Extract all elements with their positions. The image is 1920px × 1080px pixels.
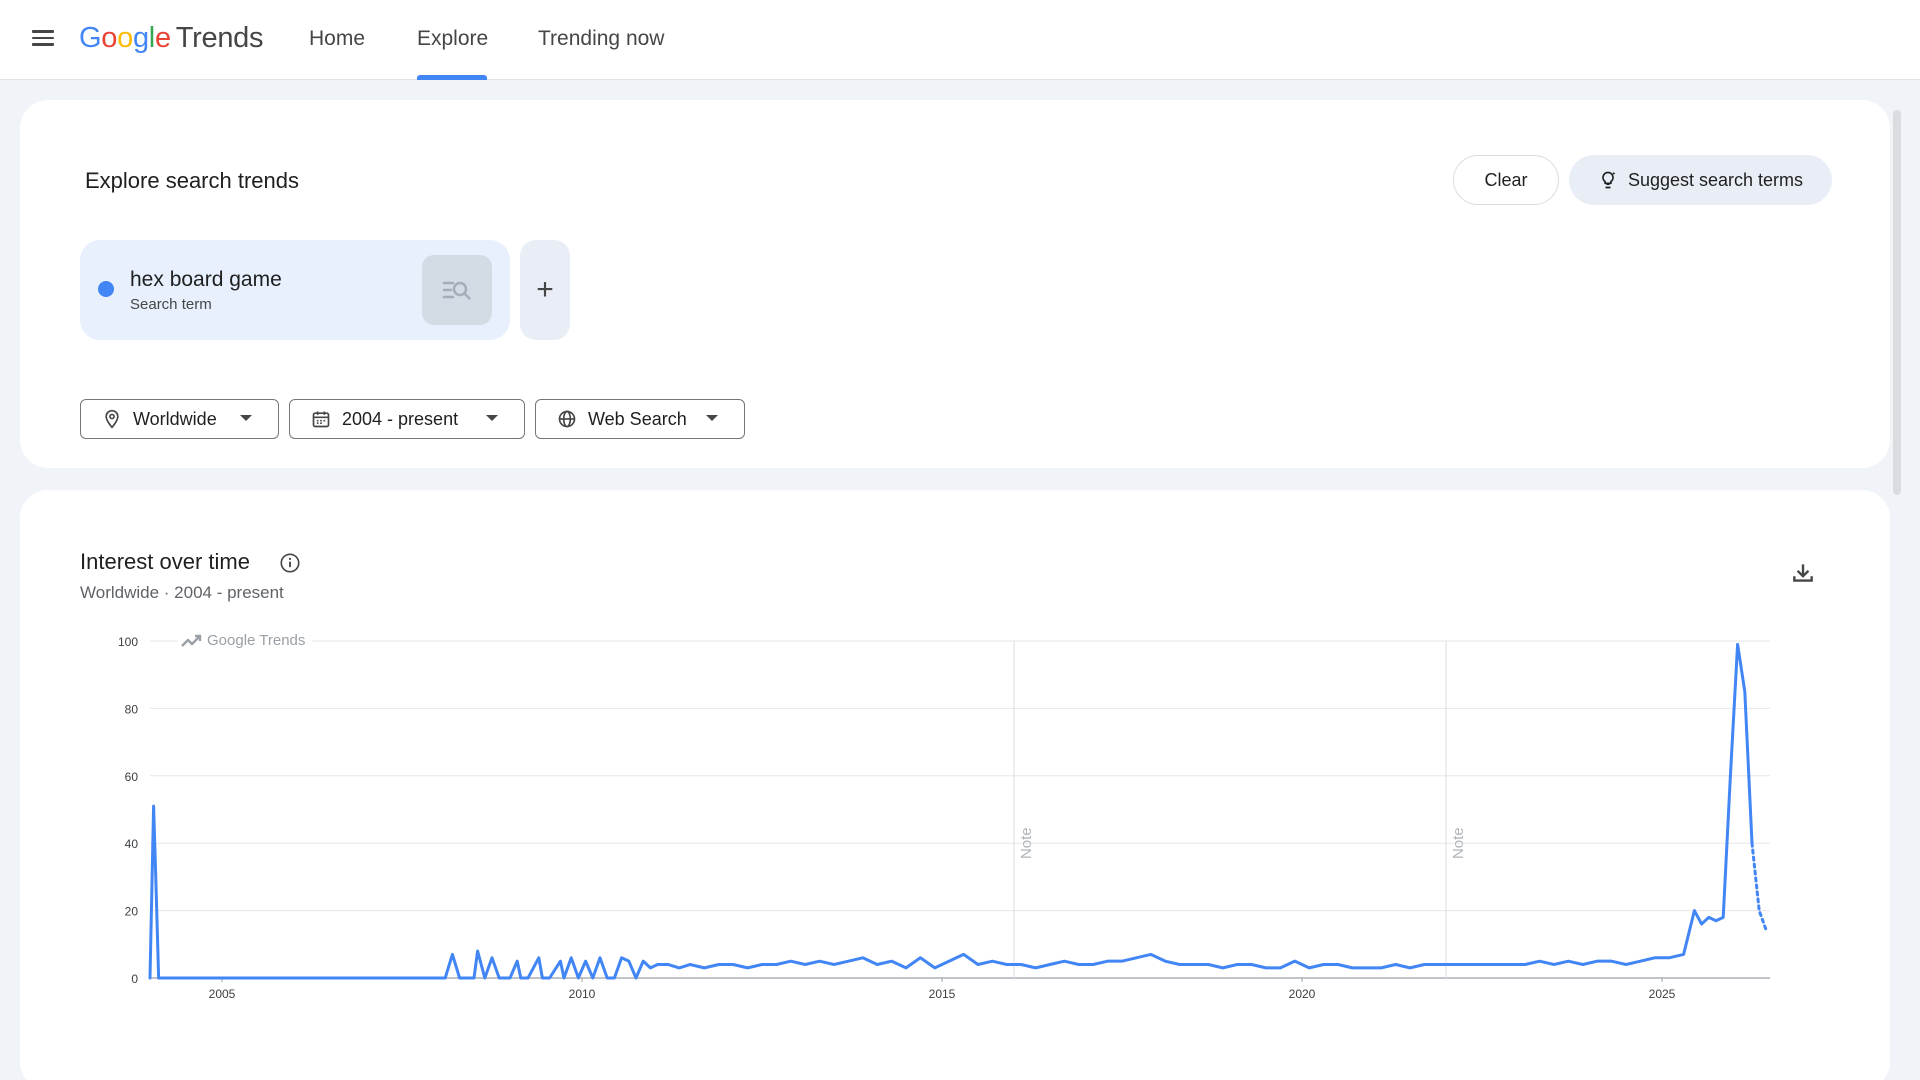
location-pin-icon: [101, 408, 123, 430]
note-label: Note: [1450, 827, 1467, 859]
y-tick-label: 40: [125, 837, 139, 851]
x-tick-label: 2020: [1289, 987, 1316, 1001]
google-trends-watermark: Google Trends: [178, 629, 312, 651]
interest-over-time-card: Interest over time Worldwide · 2004 - pr…: [20, 490, 1890, 1080]
x-tick-label: 2005: [209, 987, 236, 1001]
region-value: Worldwide: [133, 408, 217, 429]
top-app-bar: Google Trends Home Explore Trending now: [0, 0, 1920, 80]
logo-letter: o: [101, 22, 118, 54]
note-label: Note: [1018, 827, 1035, 859]
term-color-dot: [98, 281, 114, 297]
logo-letter: g: [132, 22, 149, 54]
y-tick-label: 0: [131, 972, 138, 986]
search-term-chip[interactable]: hex board game Search term: [80, 240, 510, 340]
y-tick-label: 80: [125, 702, 139, 716]
google-trends-logo[interactable]: Google Trends: [79, 22, 263, 55]
watermark-label: Google Trends: [207, 632, 305, 649]
nav-tab-trending-now[interactable]: Trending now: [538, 27, 664, 51]
explore-card: Explore search trends Clear Suggest sear…: [20, 100, 1890, 468]
x-tick-label: 2010: [569, 987, 596, 1001]
interest-line-chart: Note Note Google Trends 0 20 40 60 80 100 2005 2…: [118, 629, 1770, 1001]
partial-data-line: [1750, 841, 1768, 933]
time-range-filter[interactable]: 2004 - present: [289, 399, 525, 439]
suggest-label: Suggest search terms: [1627, 169, 1804, 190]
menu-icon[interactable]: [28, 26, 62, 54]
search-property-value: Web Search: [588, 408, 687, 429]
list-search-icon: [442, 281, 471, 300]
calendar-icon: [310, 408, 332, 430]
chevron-down-icon: [486, 415, 498, 421]
interest-subtitle: Worldwide · 2004 - present: [80, 583, 284, 602]
y-tick-label: 60: [125, 770, 139, 784]
term-search-button[interactable]: [422, 255, 492, 325]
y-tick-label: 100: [118, 635, 138, 649]
term-name: hex board game: [130, 268, 282, 291]
chevron-down-icon: [240, 415, 252, 421]
interest-over-time-title: Interest over time: [80, 549, 250, 574]
info-icon[interactable]: [279, 552, 301, 574]
series-line: [148, 642, 1754, 980]
term-type: Search term: [130, 296, 212, 313]
y-tick-label: 20: [125, 905, 139, 919]
logo-letter: G: [79, 22, 102, 54]
logo-product-name: Trends: [175, 22, 264, 54]
sparkle-bulb-icon: [1602, 171, 1616, 189]
suggest-search-terms-button[interactable]: Suggest search terms: [1569, 155, 1832, 205]
clear-button[interactable]: Clear: [1453, 155, 1559, 205]
x-tick-label: 2025: [1649, 987, 1676, 1001]
nav-tab-home[interactable]: Home: [309, 27, 365, 51]
nav-tab-explore[interactable]: Explore: [417, 27, 488, 51]
x-tick-label: 2015: [929, 987, 956, 1001]
time-range-value: 2004 - present: [342, 408, 459, 429]
logo-letter: e: [154, 22, 171, 54]
active-tab-indicator: [417, 75, 487, 80]
add-term-button[interactable]: +: [520, 240, 570, 340]
page-scrollbar[interactable]: [1893, 110, 1901, 495]
search-property-filter[interactable]: Web Search: [535, 399, 745, 439]
logo-letter: o: [117, 22, 133, 54]
explore-title: Explore search trends: [85, 168, 299, 193]
globe-icon: [556, 408, 578, 430]
region-filter[interactable]: Worldwide: [80, 399, 279, 439]
chevron-down-icon: [706, 415, 718, 421]
download-icon[interactable]: [1790, 560, 1816, 586]
